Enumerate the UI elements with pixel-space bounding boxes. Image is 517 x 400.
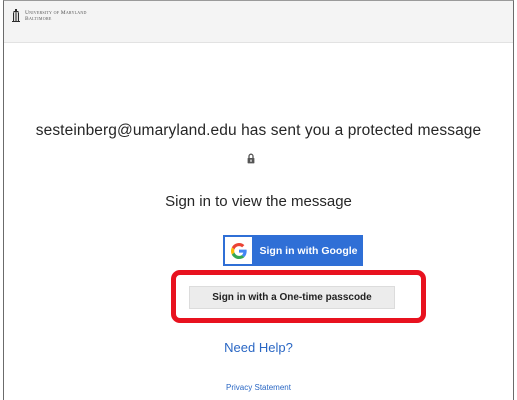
google-icon-box bbox=[225, 237, 252, 264]
privacy-statement-link[interactable]: Privacy Statement bbox=[0, 383, 517, 392]
logo-text: University of Maryland Baltimore bbox=[25, 10, 87, 22]
signin-prompt: Sign in to view the message bbox=[165, 193, 352, 210]
protected-message-notice: sesteinberg@umaryland.edu has sent you a… bbox=[35, 122, 482, 139]
google-g-icon bbox=[230, 242, 247, 259]
university-tower-icon bbox=[12, 9, 20, 22]
logo-text-line2: Baltimore bbox=[25, 15, 52, 22]
header-bar: University of Maryland Baltimore bbox=[4, 1, 513, 43]
one-time-passcode-button[interactable]: Sign in with a One-time passcode bbox=[189, 286, 395, 309]
university-logo: University of Maryland Baltimore bbox=[12, 9, 87, 22]
google-signin-label: Sign in with Google bbox=[259, 244, 358, 257]
lock-icon bbox=[247, 153, 255, 164]
google-signin-button[interactable]: Sign in with Google bbox=[223, 235, 363, 266]
need-help-link[interactable]: Need Help? bbox=[0, 340, 517, 355]
